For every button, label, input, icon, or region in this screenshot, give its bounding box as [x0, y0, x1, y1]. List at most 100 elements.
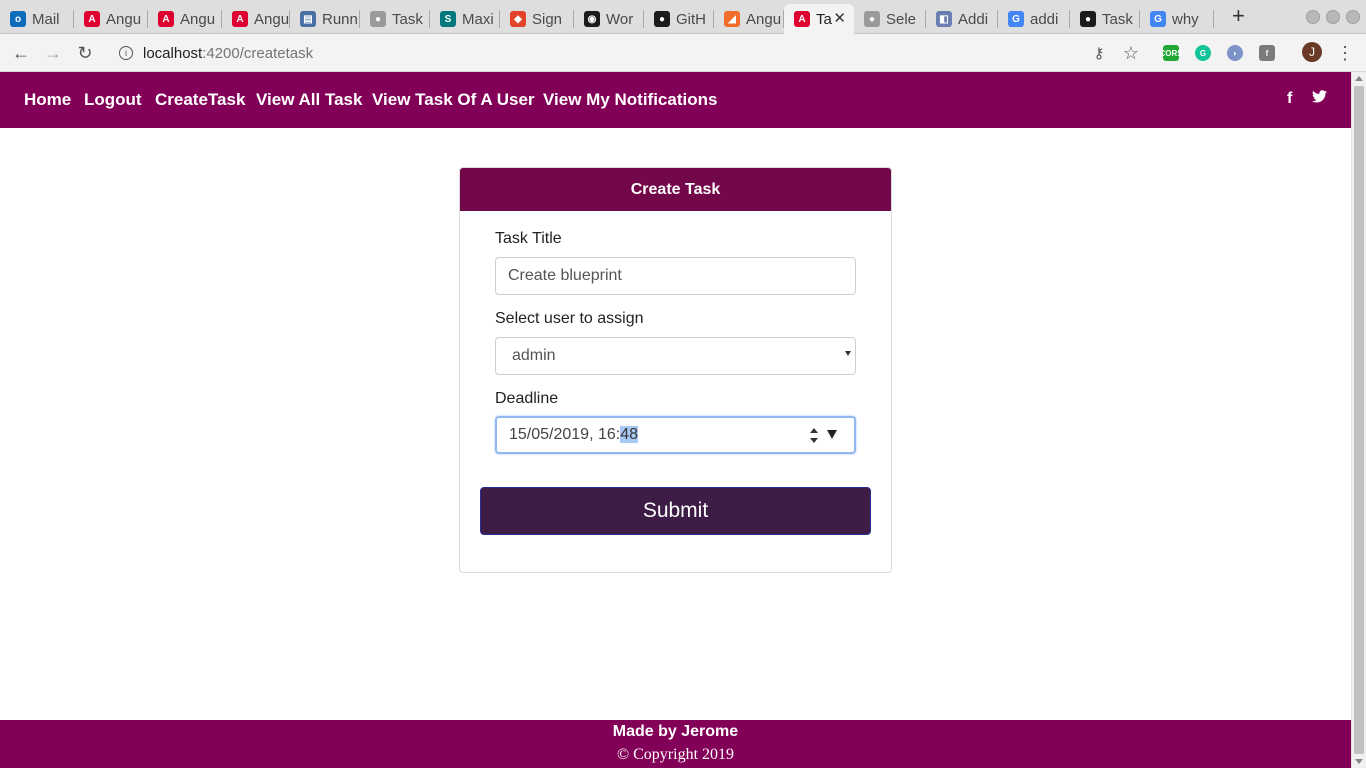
browser-tab[interactable]: A Angu — [74, 4, 148, 34]
reload-icon[interactable]: ↻ — [74, 42, 96, 64]
scroll-down-icon[interactable] — [1355, 759, 1363, 764]
browser-tab[interactable]: ● Sele — [854, 4, 926, 34]
card-title: Create Task — [460, 168, 891, 211]
key-icon[interactable]: ⚷ — [1088, 42, 1110, 64]
task-title-input[interactable]: Create blueprint — [495, 257, 856, 295]
task-title-value: Create blueprint — [508, 267, 622, 284]
angular-icon: A — [84, 11, 100, 27]
browser-tab[interactable]: Gwhy — [1140, 4, 1214, 34]
browser-tab[interactable]: ● Task — [1070, 4, 1140, 34]
grammarly-extension-icon[interactable]: G — [1195, 45, 1211, 61]
back-icon[interactable]: ← — [10, 42, 32, 64]
browser-tab-title: Mail — [32, 10, 60, 28]
new-tab-icon[interactable]: + — [1232, 5, 1245, 27]
nav-home[interactable]: Home — [24, 90, 71, 110]
globe-icon: ● — [864, 11, 880, 27]
angular-icon: A — [232, 11, 248, 27]
browser-tab[interactable]: A Angu — [222, 4, 290, 34]
forward-icon[interactable]: → — [42, 42, 64, 64]
browser-tab[interactable]: ● GitH — [644, 4, 714, 34]
globe-icon: ● — [370, 11, 386, 27]
nav-logout[interactable]: Logout — [84, 90, 142, 110]
deadline-input[interactable]: 15/05/2019, 16:48 — [495, 416, 856, 454]
deadline-value: 15/05/2019, 16:48 — [509, 426, 639, 444]
nav-view-task-of-user[interactable]: View Task Of A User — [372, 90, 535, 110]
browser-tab-title: Angu — [254, 10, 290, 28]
browser-tab[interactable]: A Angu — [148, 4, 222, 34]
browser-tab[interactable]: ▤ Runn — [290, 4, 360, 34]
task-title-label: Task Title — [495, 230, 562, 247]
google-icon: G — [1150, 11, 1166, 27]
browser-tab[interactable]: ◆ Sign — [500, 4, 574, 34]
browser-tab[interactable]: ● Task — [360, 4, 430, 34]
footer-copyright-text: Copyright 2019 — [633, 746, 735, 763]
browser-tab-title: Addi — [958, 10, 989, 28]
profile-avatar[interactable]: J — [1302, 42, 1322, 62]
browser-tab-title: Sign — [532, 10, 563, 28]
browser-tab-title: Runn — [322, 10, 358, 28]
chevron-down-icon — [845, 351, 851, 356]
browser-tab[interactable]: Gaddi — [998, 4, 1070, 34]
gitlab-icon: ◆ — [510, 11, 526, 27]
close-tab-icon[interactable]: ✕ — [833, 9, 846, 27]
outlook-icon: o — [10, 11, 26, 27]
browser-tab[interactable]: ◢ Angu — [714, 4, 784, 34]
cors-extension-icon[interactable]: CORS — [1159, 45, 1183, 61]
calendar-dropdown-icon[interactable] — [827, 430, 837, 439]
browser-tab-title: GitH — [676, 10, 706, 28]
browser-tab-title: Angu — [180, 10, 216, 28]
page-viewport: Home Logout CreateTask View All Task Vie… — [0, 72, 1351, 768]
copyright-icon: © — [616, 746, 630, 763]
site-info-icon[interactable]: i — [119, 46, 133, 60]
browser-tab[interactable]: ◧ Addi — [926, 4, 998, 34]
spinner-icon[interactable] — [809, 426, 819, 446]
facebook-extension-icon[interactable]: f — [1259, 45, 1275, 61]
address-bar[interactable]: i localhost:4200/createtask — [116, 42, 313, 64]
footer-made-by: Made by Jerome — [612, 723, 739, 740]
browser-tab-title: Angu — [106, 10, 142, 28]
deadline-label: Deadline — [495, 390, 559, 407]
footer-copyright: © Copyright 2019 — [0, 746, 1351, 764]
browser-tab-title: why — [1172, 10, 1199, 28]
google-icon: G — [1008, 11, 1024, 27]
browser-tab-title: addi — [1030, 10, 1059, 28]
vertical-scrollbar[interactable] — [1351, 72, 1366, 768]
browser-tab-title: Wor — [606, 10, 634, 28]
scrollbar-thumb[interactable] — [1354, 86, 1364, 754]
angular-icon: A — [158, 11, 174, 27]
deadline-value-selected-minutes: 48 — [620, 426, 639, 443]
browser-tab-title: Ta — [816, 10, 832, 28]
github-icon: ◉ — [584, 11, 600, 27]
nav-create-task[interactable]: CreateTask — [155, 90, 245, 110]
assign-user-label: Select user to assign — [495, 310, 644, 327]
nav-view-all-task[interactable]: View All Task — [256, 90, 362, 110]
twitter-icon[interactable] — [1312, 90, 1327, 108]
browser-tab-title: Task — [392, 10, 423, 28]
extension-icon[interactable]: ◗ — [1227, 45, 1243, 61]
facebook-icon[interactable]: f — [1287, 90, 1292, 108]
browser-tab-strip: + o Mail A Angu A Angu A Angu ▤ Runn ● Task S Maxi ◆ Si… — [0, 0, 1366, 34]
footer: Made by Jerome © Copyright 2019 — [0, 720, 1351, 768]
browser-tab[interactable]: ◉ Wor — [574, 4, 644, 34]
create-task-card: Create Task Task Title Create blueprint … — [459, 167, 892, 573]
sharepoint-icon: S — [440, 11, 456, 27]
puzzle-icon: ◧ — [936, 11, 952, 27]
url-path: :4200/createtask — [202, 44, 314, 62]
browser-toolbar: ← → ↻ i localhost:4200/createtask ⚷ ☆ CO… — [0, 34, 1366, 72]
browser-tab[interactable]: o Mail — [0, 4, 74, 34]
browser-tab[interactable]: A Ta ✕ — [784, 4, 854, 34]
stackblitz-icon: ◢ — [724, 11, 740, 27]
url-host: localhost — [143, 44, 203, 62]
menu-kebab-icon[interactable]: ⋮ — [1334, 42, 1356, 64]
bookmark-star-icon[interactable]: ☆ — [1120, 42, 1142, 64]
close-window-icon[interactable] — [1346, 10, 1360, 24]
nav-view-my-notifications[interactable]: View My Notifications — [543, 90, 717, 110]
github-icon: ● — [654, 11, 670, 27]
browser-tab[interactable]: S Maxi — [430, 4, 500, 34]
submit-button[interactable]: Submit — [480, 487, 871, 535]
scroll-up-icon[interactable] — [1355, 76, 1363, 81]
browser-tab-title: Sele — [886, 10, 917, 28]
assign-user-select[interactable]: admin — [495, 337, 856, 375]
maximize-window-icon[interactable] — [1326, 10, 1340, 24]
minimize-window-icon[interactable] — [1306, 10, 1320, 24]
